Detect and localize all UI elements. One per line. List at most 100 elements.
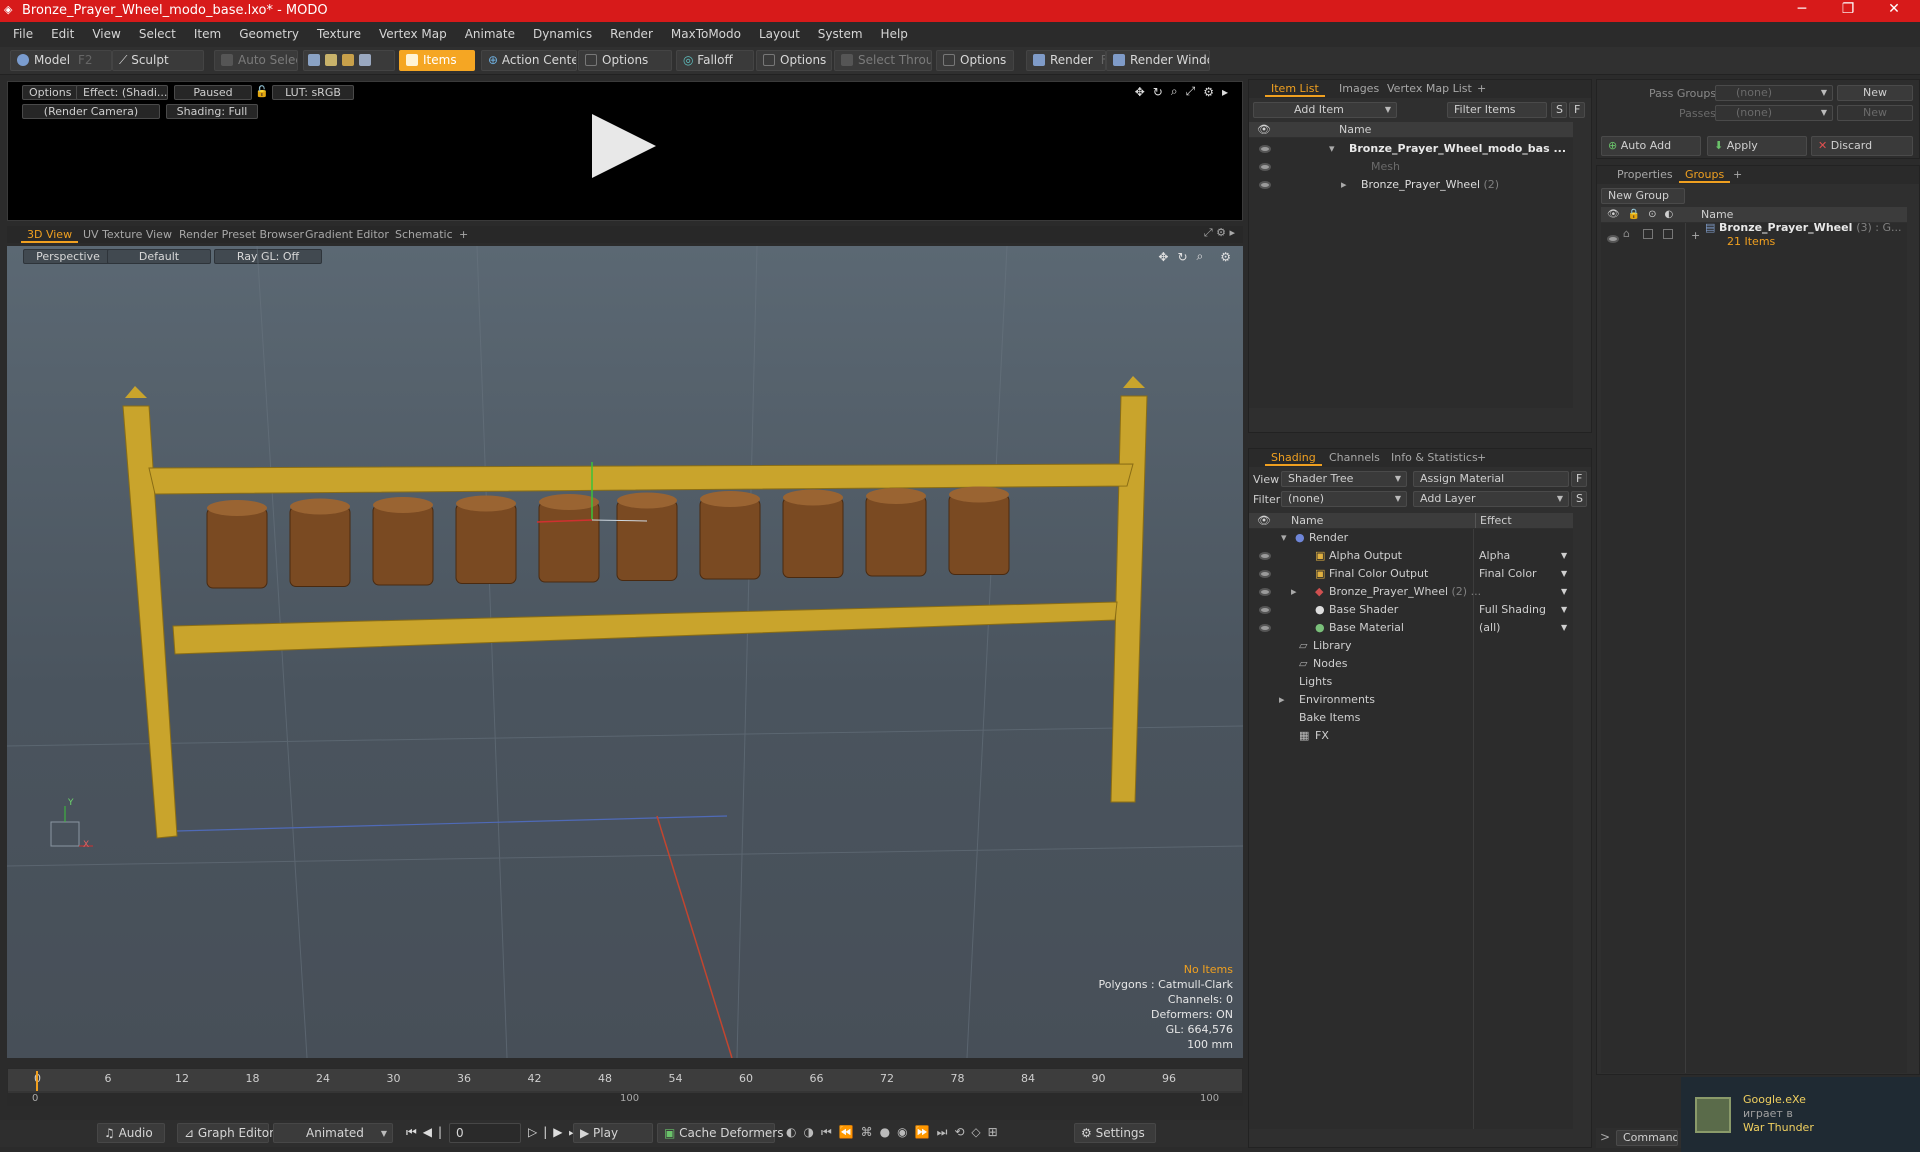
tab-schematic[interactable]: Schematic (389, 227, 459, 243)
chevron-down-icon[interactable]: ▼ (1561, 619, 1567, 637)
menu-animate[interactable]: Animate (456, 22, 524, 46)
close-button[interactable]: ✕ (1872, 1, 1916, 17)
eye-icon[interactable] (1259, 145, 1271, 153)
audio-button[interactable]: ♫ Audio (97, 1123, 165, 1143)
group-row[interactable]: ⌂ + ▤ Bronze_Prayer_Wheel (3) : G... 21 … (1601, 221, 1907, 259)
vertices-icon[interactable] (308, 54, 320, 66)
shader-row-library[interactable]: ▱ Library (1249, 637, 1573, 655)
eye-icon[interactable] (1259, 163, 1271, 171)
items-mode-button[interactable]: Items (399, 50, 475, 71)
menu-edit[interactable]: Edit (42, 22, 83, 46)
graph-editor-button[interactable]: ⊿ Graph Editor (177, 1123, 274, 1143)
render-preview[interactable]: Options Effect: (Shadi... Paused 🔓 LUT: … (7, 81, 1243, 221)
shader-row-nodes[interactable]: ▱ Nodes (1249, 655, 1573, 673)
select-through-button[interactable]: Select Through (834, 50, 932, 71)
menu-geometry[interactable]: Geometry (230, 22, 308, 46)
menu-system[interactable]: System (809, 22, 872, 46)
add-tab-button[interactable]: + (1471, 450, 1492, 466)
menu-select[interactable]: Select (130, 22, 185, 46)
3d-viewport[interactable]: Perspective Default Ray GL: Off ✥ ↻ ⌕ ⚙ Y X (7, 246, 1243, 1058)
eye-icon[interactable] (1607, 235, 1619, 243)
move-icon[interactable]: ✥ (1135, 85, 1145, 99)
expand-icon[interactable]: ▸ (1279, 691, 1285, 709)
shader-row-bake-items[interactable]: Bake Items (1249, 709, 1573, 727)
menu-item[interactable]: Item (185, 22, 230, 46)
discard-button[interactable]: ✕ Discard (1811, 136, 1913, 156)
new-pass-group-button[interactable]: New (1837, 85, 1913, 101)
tab-item-list[interactable]: Item List (1265, 81, 1325, 97)
shading-dropdown[interactable]: Shading: Full (166, 104, 258, 119)
shader-row-material-group[interactable]: ▸ ◆ Bronze_Prayer_Wheel (2) ... ▼ (1249, 583, 1573, 601)
gear-icon[interactable]: ⚙ (1203, 85, 1214, 99)
eye-icon[interactable] (1259, 181, 1271, 189)
shader-row-alpha-output[interactable]: ▣ Alpha Output Alpha ▼ (1249, 547, 1573, 565)
zoom-icon[interactable]: ⌕ (1171, 84, 1178, 99)
lut-dropdown[interactable]: LUT: sRGB (272, 85, 354, 100)
s-button[interactable]: S (1571, 491, 1587, 507)
lock-icon[interactable]: 🔓 (255, 85, 269, 98)
expand-icon[interactable]: ▸ (1291, 583, 1297, 601)
tab-groups[interactable]: Groups (1679, 167, 1731, 183)
arrow-right-icon[interactable]: ▸ (1222, 85, 1228, 99)
menu-texture[interactable]: Texture (308, 22, 370, 46)
viewport-layout-icons[interactable]: ⤢ ⚙ ▸ (1204, 226, 1235, 240)
tree-row-group[interactable]: ▸ Bronze_Prayer_Wheel (2) (1249, 176, 1573, 194)
model-mode-button[interactable]: Model F2 (10, 50, 112, 71)
shader-row-lights[interactable]: Lights (1249, 673, 1573, 691)
minimize-button[interactable]: ─ (1780, 1, 1824, 17)
play-button[interactable]: ▶ Play (573, 1123, 653, 1143)
shader-row-render[interactable]: ▾ ● Render (1249, 529, 1573, 547)
assign-material-field[interactable]: Assign Material (1413, 471, 1569, 487)
add-item-dropdown[interactable]: Add Item ▼ (1253, 102, 1397, 118)
tab-properties[interactable]: Properties (1611, 167, 1679, 183)
tab-shading[interactable]: Shading (1265, 450, 1322, 466)
action-center-options-button[interactable]: Options (578, 50, 672, 71)
tab-uv-texture-view[interactable]: UV Texture View (77, 227, 178, 243)
shader-row-final-color[interactable]: ▣ Final Color Output Final Color ▼ (1249, 565, 1573, 583)
add-tab-button[interactable]: + (1727, 167, 1748, 183)
maximize-icon[interactable]: ⤢ (1186, 84, 1196, 99)
eye-icon[interactable] (1259, 588, 1271, 596)
tab-channels[interactable]: Channels (1323, 450, 1386, 466)
tab-render-preset-browser[interactable]: Render Preset Browser (173, 227, 310, 243)
shader-row-environments[interactable]: ▸ Environments (1249, 691, 1573, 709)
shader-row-fx[interactable]: ▦ FX (1249, 727, 1573, 745)
eye-icon[interactable] (1259, 624, 1271, 632)
menu-dynamics[interactable]: Dynamics (524, 22, 601, 46)
tree-row-scene[interactable]: ▾ Bronze_Prayer_Wheel_modo_bas ... (1249, 140, 1573, 158)
eye-icon[interactable] (1259, 606, 1271, 614)
apply-button[interactable]: ⬇ Apply (1707, 136, 1807, 156)
chevron-down-icon[interactable]: ▼ (1561, 583, 1567, 601)
pass-groups-dropdown[interactable]: (none) ▼ (1715, 85, 1833, 101)
tab-images[interactable]: Images (1333, 81, 1385, 97)
add-tab-button[interactable]: + (1471, 81, 1492, 97)
camera-dropdown[interactable]: (Render Camera) (22, 104, 160, 119)
select-through-options-button[interactable]: Options (936, 50, 1014, 71)
expand-icon[interactable]: ▾ (1329, 140, 1335, 158)
range-bar[interactable]: 0 100 100 (8, 1093, 1242, 1105)
falloff-button[interactable]: ◎ Falloff (676, 50, 754, 71)
expand-icon[interactable]: ▸ (1341, 176, 1347, 194)
render-window-button[interactable]: Render Window (1106, 50, 1210, 71)
filter-dropdown[interactable]: (none) ▼ (1281, 491, 1407, 507)
key-tools-icons[interactable]: ◐◑⏮⏪⌘●◉⏩⏭⟲◇⊞ (786, 1125, 1005, 1140)
tab-3d-view[interactable]: 3D View (21, 227, 79, 243)
polygons-icon[interactable] (342, 54, 354, 66)
tab-vertex-map-list[interactable]: Vertex Map List (1381, 81, 1478, 97)
chevron-down-icon[interactable]: ▼ (1561, 547, 1567, 565)
chevron-down-icon[interactable]: ▼ (1561, 565, 1567, 583)
checkbox-icon[interactable] (1643, 229, 1653, 239)
falloff-options-button[interactable]: Options (756, 50, 832, 71)
timeline-ruler[interactable]: 06121824303642485460667278849096 (8, 1069, 1242, 1091)
timeline[interactable]: 0 6 12 18 24 30 36 42 48 54 60 66 72 78 84 90 96 0 100 1… (7, 1068, 1243, 1106)
eye-icon[interactable] (1259, 570, 1271, 578)
auto-add-button[interactable]: ⊕ Auto Add (1601, 136, 1701, 156)
preview-options-button[interactable]: Options (22, 85, 79, 100)
menu-file[interactable]: File (4, 22, 42, 46)
menu-render[interactable]: Render (601, 22, 662, 46)
checkbox-icon[interactable] (1663, 229, 1673, 239)
command-input[interactable]: Command (1616, 1130, 1678, 1146)
tab-gradient-editor[interactable]: Gradient Editor (299, 227, 395, 243)
new-pass-button[interactable]: New (1837, 105, 1913, 121)
view-dropdown[interactable]: Shader Tree ▼ (1281, 471, 1407, 487)
